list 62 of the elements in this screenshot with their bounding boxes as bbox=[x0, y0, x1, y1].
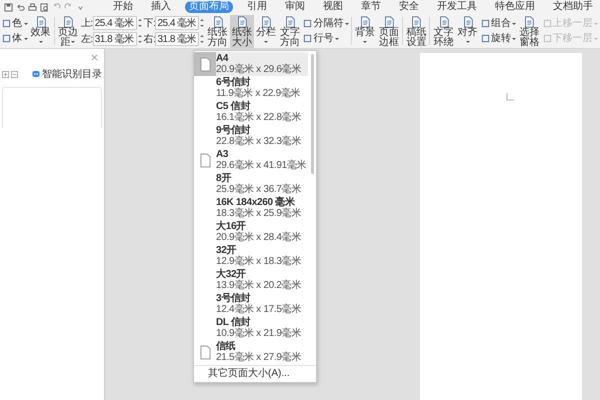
paper-size-option[interactable]: 大32开 13.9毫米 x 20.2毫米 bbox=[194, 268, 308, 292]
margin-label: 右: bbox=[144, 33, 156, 46]
toolbar-button[interactable]: 旋转 bbox=[480, 32, 516, 44]
menu-tab[interactable]: 开发工具 bbox=[433, 1, 481, 13]
toolbar-button[interactable]: 背景 bbox=[352, 14, 378, 48]
paper-size-option[interactable]: 16K 184x260 毫米 18.3毫米 x 25.9毫米 bbox=[194, 196, 308, 220]
toolbar-button[interactable]: 组合 bbox=[480, 18, 516, 30]
toolbar-button[interactable]: 分隔符 bbox=[303, 18, 349, 30]
margin-label: 下: bbox=[144, 17, 156, 30]
menu-tab[interactable]: 审阅 bbox=[281, 1, 309, 13]
scrollbar[interactable] bbox=[311, 54, 314, 174]
page-icon bbox=[200, 344, 210, 360]
toolbar-button[interactable]: 行号 bbox=[303, 32, 349, 44]
more-sizes-option[interactable]: 其它页面大小(A)... bbox=[194, 365, 316, 382]
paper-size-option[interactable]: 8开 25.9毫米 x 36.7毫米 bbox=[194, 172, 308, 196]
paper-size-option[interactable]: A4 20.9毫米 x 29.6毫米 bbox=[194, 52, 308, 76]
margin-input[interactable]: 31.8 毫米 bbox=[92, 32, 137, 46]
toolbar-button[interactable]: 页边距 bbox=[56, 14, 80, 48]
paper-size-option[interactable]: DL 信封 10.9毫米 x 21.9毫米 bbox=[194, 316, 308, 340]
menu-tab[interactable]: 文档助手 bbox=[549, 1, 597, 13]
collapse-icon[interactable] bbox=[11, 70, 18, 78]
toolbar-button[interactable]: 对齐 bbox=[456, 14, 480, 48]
toolbar-button[interactable]: 稿纸设置 bbox=[404, 14, 428, 48]
page-icon bbox=[200, 152, 210, 168]
menu-tab[interactable]: 开始 bbox=[109, 1, 137, 13]
paper-size-option[interactable]: 3号信封 12.4毫米 x 17.5毫米 bbox=[194, 292, 308, 316]
paper-size-option[interactable]: 信纸 21.5毫米 x 27.9毫米 bbox=[194, 340, 308, 364]
menu-tab[interactable]: 章节 bbox=[357, 1, 385, 13]
redo-icon[interactable] bbox=[64, 2, 73, 12]
menu-tab[interactable]: 特色应用 bbox=[491, 1, 539, 13]
paper-size-option[interactable]: 9号信封 22.8毫米 x 32.3毫米 bbox=[194, 124, 308, 148]
margin-input[interactable]: 25.4 毫米 bbox=[92, 16, 137, 30]
toolbar-button[interactable]: 色 bbox=[2, 18, 28, 30]
close-icon[interactable] bbox=[91, 54, 98, 60]
page-icon bbox=[200, 56, 210, 72]
toolbar-button[interactable]: 纸张大小 bbox=[230, 14, 254, 48]
undo-icon[interactable] bbox=[16, 2, 25, 12]
expand-icon[interactable] bbox=[2, 70, 9, 78]
paper-size-option[interactable]: A3 29.6毫米 x 41.91毫米 bbox=[194, 148, 308, 172]
toolbar-button[interactable]: 页面边框 bbox=[377, 14, 402, 48]
paper-size-option[interactable]: 6号信封 11.9毫米 x 22.9毫米 bbox=[194, 76, 308, 100]
menu-tab[interactable]: 引用 bbox=[243, 1, 271, 13]
paper-size-option[interactable]: C5 信封 16.1毫米 x 22.8毫米 bbox=[194, 100, 308, 124]
margin-label: 上: bbox=[80, 16, 93, 30]
robot-icon bbox=[32, 70, 40, 78]
paper-size-option[interactable]: 大16开 20.9毫米 x 28.4毫米 bbox=[194, 220, 308, 244]
preview-icon[interactable] bbox=[40, 2, 49, 12]
margin-input[interactable]: 25.4 毫米 bbox=[155, 16, 200, 30]
menu-tab[interactable]: 安全 bbox=[395, 1, 423, 13]
corner-mark bbox=[506, 93, 514, 101]
print-icon[interactable] bbox=[28, 2, 37, 12]
margin-label: 左: bbox=[80, 33, 93, 46]
menu-tab[interactable]: 视图 bbox=[319, 1, 347, 13]
toolbar-button[interactable]: 分栏 bbox=[254, 14, 278, 48]
smart-toc-button[interactable]: 智能识别目录 bbox=[32, 67, 102, 81]
toolbar-button[interactable]: 体 bbox=[2, 32, 28, 44]
menu-tab[interactable]: 插入 bbox=[147, 1, 175, 13]
margin-input[interactable]: 31.8 毫米 bbox=[155, 32, 200, 46]
paper-size-option[interactable]: 32开 12.9毫米 x 18.3毫米 bbox=[194, 244, 308, 268]
toolbar-button[interactable]: 效果 bbox=[28, 14, 53, 48]
toolbar-button[interactable]: 选择窗格 bbox=[517, 14, 542, 48]
save-icon[interactable] bbox=[4, 2, 13, 12]
